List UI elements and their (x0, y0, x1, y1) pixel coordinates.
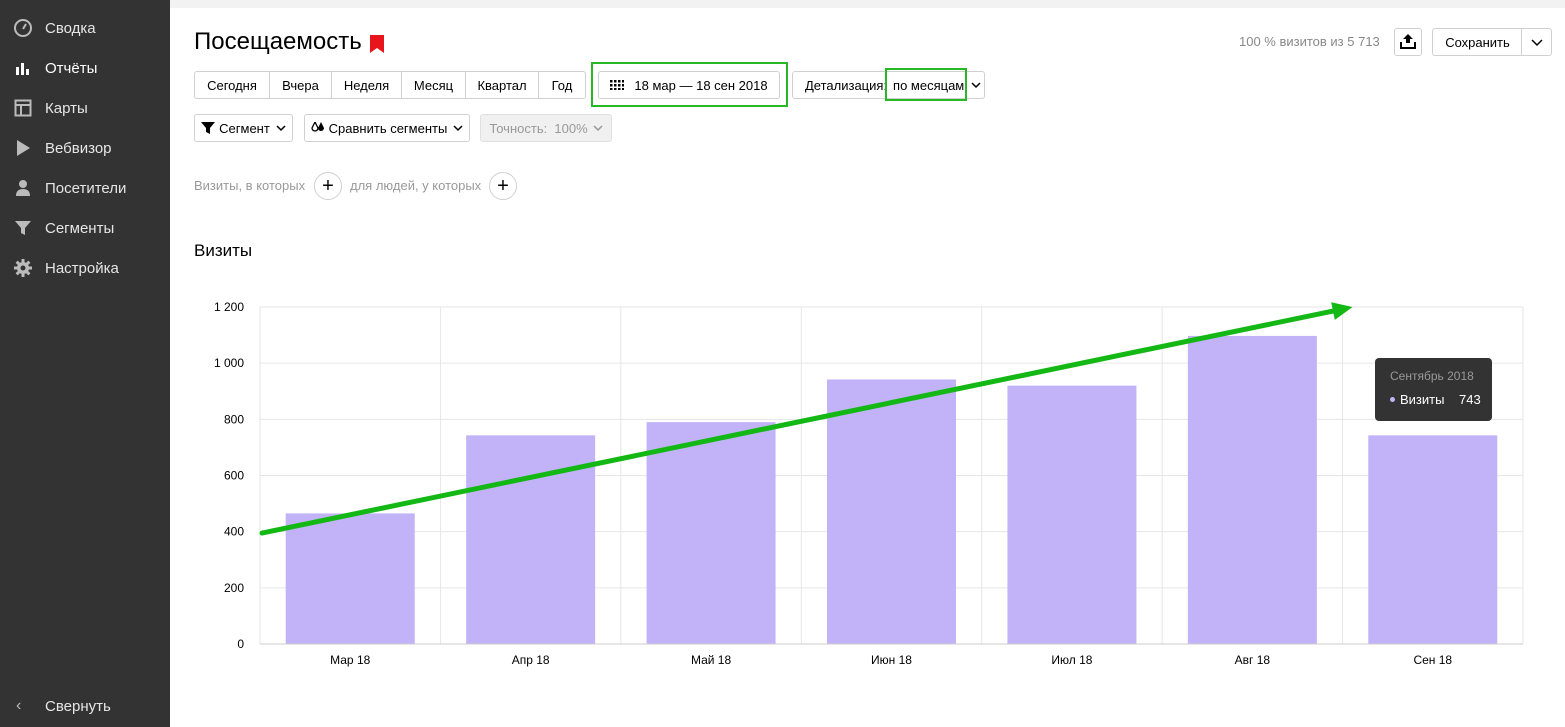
page-title: Посещаемость (194, 28, 362, 55)
sidebar-item-maps[interactable]: Карты (0, 88, 170, 128)
top-strip (170, 0, 1565, 8)
gauge-icon (13, 18, 33, 38)
tooltip-value: 743 (1459, 392, 1481, 407)
chevron-down-icon (1530, 35, 1543, 50)
period-today[interactable]: Сегодня (195, 72, 270, 98)
plus-icon: + (322, 174, 334, 197)
people-filter-text: для людей, у которых (350, 178, 482, 193)
chevron-down-icon (971, 81, 981, 89)
x-tick-label: Авг 18 (1235, 653, 1271, 667)
trend-arrow-head (1331, 302, 1353, 320)
sidebar-item-summary[interactable]: Сводка (0, 8, 170, 48)
y-tick-label: 600 (224, 469, 244, 483)
accuracy-select[interactable]: Точность: 100% (480, 114, 612, 142)
y-tick-label: 1 200 (214, 300, 244, 314)
detail-highlight (885, 68, 967, 101)
period-year[interactable]: Год (539, 72, 585, 98)
chevron-left-icon: ‹ (16, 697, 22, 714)
y-tick-label: 0 (237, 637, 244, 651)
sidebar: Сводка Отчёты Карты Вебвизор Посетители … (0, 0, 170, 727)
gear-icon (13, 258, 33, 278)
tooltip-series-name: Визиты (1400, 392, 1445, 407)
save-button[interactable]: Сохранить (1432, 28, 1522, 56)
collapse-label: Свернуть (45, 697, 111, 715)
period-tabs: Сегодня Вчера Неделя Месяц Квартал Год (194, 71, 586, 99)
trend-arrow-line (259, 308, 1336, 536)
collapse-sidebar-button[interactable]: ‹ Свернуть (0, 686, 170, 726)
bar-chart-icon (13, 58, 33, 78)
chart-svg: 0 200 400 600 800 1 000 1 200 Мар 18 Апр 18 Май 1… (214, 300, 1524, 667)
person-icon (13, 178, 33, 198)
layout-map-icon (13, 98, 33, 118)
add-people-condition-button[interactable]: + (489, 172, 517, 200)
sidebar-item-settings[interactable]: Настройка (0, 248, 170, 288)
x-tick-label: Июл 18 (1051, 653, 1092, 667)
sidebar-item-label: Настройка (45, 259, 119, 277)
sidebar-item-label: Вебвизор (45, 139, 112, 157)
chart-bar (285, 513, 415, 644)
calendar-icon (610, 80, 625, 90)
sidebar-item-webvisor[interactable]: Вебвизор (0, 128, 170, 168)
period-quarter[interactable]: Квартал (466, 72, 539, 98)
chevron-down-icon (593, 124, 603, 132)
x-tick-label: Апр 18 (512, 653, 550, 667)
chart-bar (1368, 435, 1498, 644)
chart-section-title: Визиты (194, 241, 253, 260)
export-button[interactable] (1394, 28, 1422, 56)
chart-bar (646, 422, 776, 644)
visits-chart: 0 200 400 600 800 1 000 1 200 Мар 18 Апр 18 Май 1… (190, 290, 1540, 680)
compare-segments-button[interactable]: Сравнить сегменты (304, 114, 470, 142)
period-week[interactable]: Неделя (332, 72, 402, 98)
play-icon (13, 138, 33, 158)
visits-share-stat: 100 % визитов из 5 713 (1239, 34, 1380, 49)
date-range-picker[interactable]: 18 мар — 18 сен 2018 (598, 71, 780, 99)
plus-icon: + (497, 174, 509, 197)
y-tick-label: 400 (224, 525, 244, 539)
segment-button[interactable]: Сегмент (194, 114, 293, 142)
sidebar-item-label: Карты (45, 99, 88, 117)
visits-filter-text: Визиты, в которых (194, 178, 306, 193)
y-tick-label: 200 (224, 581, 244, 595)
funnel-icon (13, 218, 33, 238)
save-label: Сохранить (1445, 34, 1510, 50)
drops-icon (311, 122, 325, 134)
tooltip-series-dot (1390, 397, 1395, 402)
accuracy-label: Точность: 100% (489, 120, 588, 136)
sidebar-item-reports[interactable]: Отчёты (0, 48, 170, 88)
x-tick-label: Май 18 (691, 653, 732, 667)
bookmark-icon[interactable] (370, 35, 384, 53)
chart-bar (826, 379, 957, 644)
chevron-down-icon (453, 124, 463, 132)
detail-label: Детализация: (805, 77, 888, 93)
period-yesterday[interactable]: Вчера (270, 72, 332, 98)
chart-bar (1187, 335, 1317, 644)
period-month[interactable]: Месяц (402, 72, 466, 98)
sidebar-item-segments[interactable]: Сегменты (0, 208, 170, 248)
chevron-down-icon (276, 124, 286, 132)
chart-bar (1007, 385, 1137, 644)
date-range-label: 18 мар — 18 сен 2018 (634, 77, 768, 93)
compare-label: Сравнить сегменты (328, 120, 448, 136)
sidebar-item-visitors[interactable]: Посетители (0, 168, 170, 208)
segment-label: Сегмент (219, 120, 270, 136)
add-visit-condition-button[interactable]: + (314, 172, 342, 200)
sidebar-item-label: Сегменты (45, 219, 115, 237)
sidebar-item-label: Отчёты (45, 59, 98, 77)
x-tick-label: Июн 18 (871, 653, 912, 667)
tooltip-title: Сентябрь 2018 (1390, 369, 1474, 383)
sidebar-item-label: Сводка (45, 19, 96, 37)
y-tick-label: 800 (224, 412, 244, 426)
x-tick-label: Сен 18 (1413, 653, 1452, 667)
x-tick-label: Мар 18 (330, 653, 370, 667)
upload-icon (1400, 33, 1416, 52)
y-tick-label: 1 000 (214, 356, 244, 370)
save-dropdown-button[interactable] (1521, 28, 1552, 56)
sidebar-item-label: Посетители (45, 179, 127, 197)
funnel-icon (201, 122, 216, 134)
chart-tooltip: Сентябрь 2018 Визиты 743 (1375, 358, 1492, 421)
